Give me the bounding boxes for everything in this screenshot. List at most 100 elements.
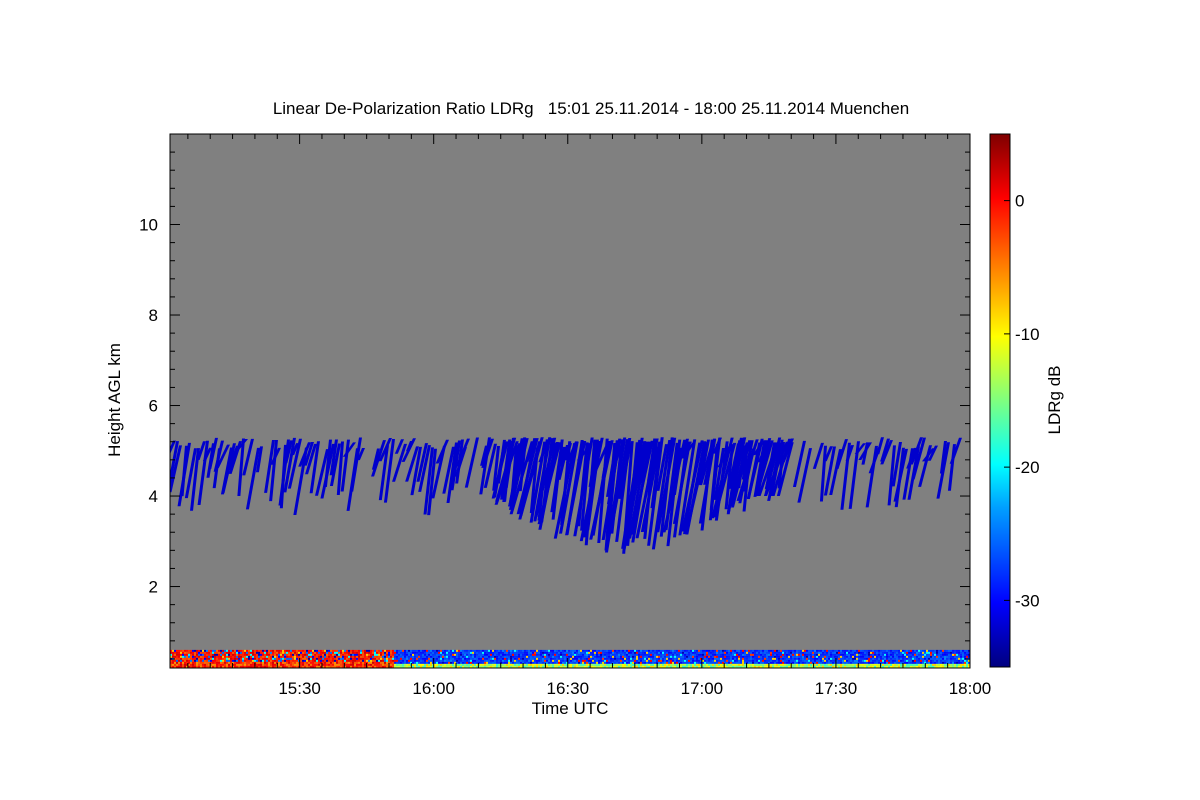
aerosol-pixel	[704, 661, 706, 664]
aerosol-pixel	[654, 649, 656, 652]
aerosol-pixel	[286, 661, 288, 664]
aerosol-pixel	[308, 659, 310, 662]
aerosol-pixel	[740, 655, 742, 658]
aerosol-pixel	[474, 649, 476, 652]
aerosol-pixel	[294, 661, 296, 664]
aerosol-pixel	[944, 657, 946, 660]
aerosol-pixel	[892, 663, 894, 666]
aerosol-pixel	[820, 663, 822, 666]
aerosol-pixel	[626, 659, 628, 662]
aerosol-pixel	[850, 655, 852, 658]
aerosol-pixel	[826, 655, 828, 658]
aerosol-pixel	[476, 659, 478, 662]
aerosol-pixel	[830, 651, 832, 654]
aerosol-pixel	[548, 659, 550, 662]
aerosol-pixel	[558, 653, 560, 656]
aerosol-pixel	[520, 657, 522, 660]
aerosol-pixel	[520, 661, 522, 664]
aerosol-pixel	[958, 649, 960, 652]
aerosol-pixel	[736, 649, 738, 652]
aerosol-pixel	[258, 659, 260, 662]
aerosol-pixel	[532, 663, 534, 666]
aerosol-pixel	[410, 659, 412, 662]
aerosol-pixel	[210, 649, 212, 652]
aerosol-pixel	[186, 651, 188, 654]
aerosol-pixel	[650, 659, 652, 662]
aerosol-pixel	[402, 661, 404, 664]
aerosol-pixel	[610, 659, 612, 662]
aerosol-pixel	[900, 651, 902, 654]
aerosol-pixel	[682, 657, 684, 660]
aerosol-pixel	[910, 661, 912, 664]
aerosol-pixel	[560, 649, 562, 652]
aerosol-pixel	[788, 655, 790, 658]
aerosol-pixel	[726, 661, 728, 664]
aerosol-pixel	[714, 653, 716, 656]
aerosol-pixel	[924, 653, 926, 656]
aerosol-pixel	[228, 651, 230, 654]
aerosol-pixel	[286, 649, 288, 652]
aerosol-pixel	[246, 663, 248, 666]
aerosol-pixel	[242, 649, 244, 652]
aerosol-pixel	[906, 661, 908, 664]
aerosol-pixel	[448, 657, 450, 660]
aerosol-pixel	[440, 659, 442, 662]
aerosol-pixel	[818, 649, 820, 652]
aerosol-pixel	[316, 655, 318, 658]
aerosol-pixel	[744, 663, 746, 666]
aerosol-pixel	[916, 657, 918, 660]
aerosol-pixel	[714, 663, 716, 666]
aerosol-pixel	[222, 655, 224, 658]
aerosol-pixel	[512, 649, 514, 652]
aerosol-pixel	[888, 657, 890, 660]
aerosol-pixel	[380, 651, 382, 654]
aerosol-pixel	[304, 659, 306, 662]
aerosol-pixel	[442, 655, 444, 658]
aerosol-pixel	[364, 653, 366, 656]
aerosol-pixel	[678, 657, 680, 660]
aerosol-pixel	[882, 663, 884, 666]
aerosol-pixel	[540, 649, 542, 652]
aerosol-pixel	[742, 651, 744, 654]
aerosol-pixel	[652, 655, 654, 658]
aerosol-pixel	[208, 663, 210, 666]
aerosol-pixel	[354, 655, 356, 658]
aerosol-pixel	[176, 653, 178, 656]
aerosol-pixel	[266, 661, 268, 664]
aerosol-pixel	[564, 663, 566, 666]
aerosol-pixel	[352, 657, 354, 660]
aerosol-pixel	[806, 653, 808, 656]
aerosol-pixel	[224, 659, 226, 662]
aerosol-pixel	[420, 663, 422, 666]
aerosol-pixel	[248, 661, 250, 664]
aerosol-pixel	[398, 663, 400, 666]
aerosol-pixel	[286, 657, 288, 660]
aerosol-pixel	[650, 649, 652, 652]
aerosol-pixel	[460, 651, 462, 654]
aerosol-pixel	[746, 655, 748, 658]
aerosol-pixel	[262, 661, 264, 664]
x-tick-label: 17:30	[815, 679, 858, 698]
aerosol-pixel	[952, 653, 954, 656]
aerosol-pixel	[382, 655, 384, 658]
aerosol-pixel	[698, 655, 700, 658]
aerosol-pixel	[952, 651, 954, 654]
aerosol-pixel	[682, 653, 684, 656]
aerosol-pixel	[526, 649, 528, 652]
aerosol-pixel	[558, 649, 560, 652]
aerosol-pixel	[476, 651, 478, 654]
aerosol-pixel	[674, 657, 676, 660]
aerosol-pixel	[842, 657, 844, 660]
aerosol-pixel	[504, 659, 506, 662]
aerosol-pixel	[892, 661, 894, 664]
aerosol-pixel	[624, 649, 626, 652]
aerosol-pixel	[904, 657, 906, 660]
aerosol-pixel	[826, 651, 828, 654]
aerosol-pixel	[808, 663, 810, 666]
aerosol-pixel	[920, 649, 922, 652]
aerosol-pixel	[532, 659, 534, 662]
aerosol-pixel	[420, 651, 422, 654]
aerosol-pixel	[854, 651, 856, 654]
aerosol-pixel	[592, 661, 594, 664]
aerosol-pixel	[484, 657, 486, 660]
